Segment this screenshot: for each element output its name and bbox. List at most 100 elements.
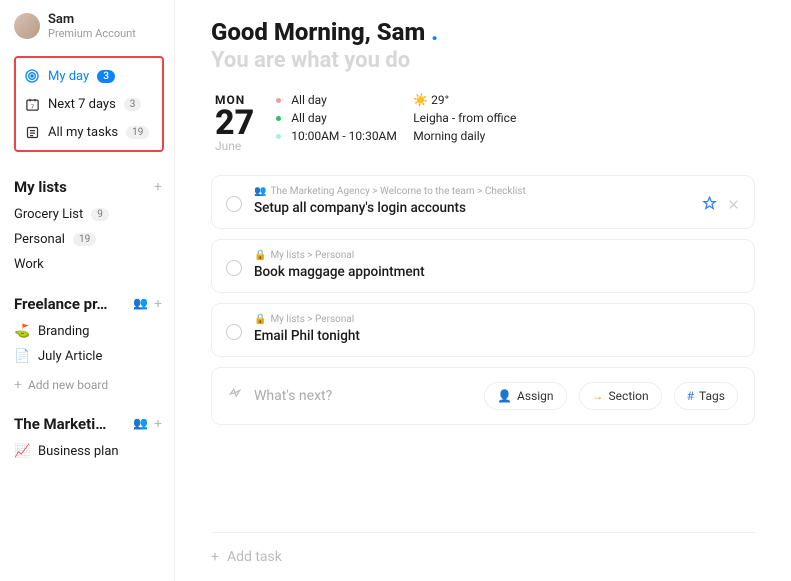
task-crumb: The Marketing Agency > Welcome to the te… xyxy=(270,186,525,197)
mylists-title: My lists xyxy=(14,178,67,196)
tag-icon: # xyxy=(687,389,694,403)
section-label: Section xyxy=(609,389,649,403)
tags-chip[interactable]: #Tags xyxy=(674,382,738,410)
plus-icon: + xyxy=(211,549,219,565)
people-icon[interactable]: 👥 xyxy=(133,416,148,432)
date-num: 27 xyxy=(215,107,254,139)
assign-label: Assign xyxy=(517,389,554,403)
board-label: Business plan xyxy=(38,444,119,459)
marketing-title: The Marketi… xyxy=(14,415,106,433)
list-count: 19 xyxy=(73,233,96,246)
board-emoji: 📄 xyxy=(14,349,30,364)
event-dot xyxy=(276,98,281,103)
date-events-row: MON 27 June All day ☀️ 29° All day Leigh… xyxy=(215,93,755,153)
list-label: Work xyxy=(14,257,44,272)
board-item[interactable]: ⛳ Branding xyxy=(14,319,174,344)
task-card[interactable]: 🔒 My lists > Personal Email Phil tonight xyxy=(211,303,755,357)
board-emoji: ⛳ xyxy=(14,324,30,339)
greeting-text: Good Morning, Sam xyxy=(211,18,425,46)
nav-alltasks-count: 19 xyxy=(126,126,149,139)
task-title: Setup all company's login accounts xyxy=(254,200,690,216)
add-board-icon[interactable]: + xyxy=(154,416,162,432)
mylists-head: My lists + xyxy=(14,178,174,196)
event-time: All day xyxy=(291,93,403,107)
list-label: Personal xyxy=(14,232,65,247)
task-card[interactable]: 🔒My lists > Personal Book maggage appoin… xyxy=(211,239,755,293)
event-row[interactable]: 10:00AM - 10:30AM Morning daily xyxy=(276,129,516,143)
event-label: Leigha - from office xyxy=(413,111,516,125)
list-label: Grocery List xyxy=(14,207,83,222)
profile-subtitle: Premium Account xyxy=(48,27,136,40)
marketing-head: The Marketi… 👥 + xyxy=(14,415,174,433)
board-item[interactable]: 📄 July Article xyxy=(14,344,174,369)
section-chip[interactable]: → Section xyxy=(579,382,662,410)
task-checkbox[interactable] xyxy=(226,196,242,212)
accent-dot: . xyxy=(425,18,438,46)
board-label: Branding xyxy=(38,324,89,339)
list-item[interactable]: Personal 19 xyxy=(14,227,174,252)
event-dot xyxy=(276,116,281,121)
target-icon xyxy=(24,68,40,84)
nav-alltasks[interactable]: All my tasks 19 xyxy=(20,118,158,146)
task-checkbox[interactable] xyxy=(226,260,242,276)
nav-next7[interactable]: 7 Next 7 days 3 xyxy=(20,90,158,118)
avatar xyxy=(14,13,40,39)
add-new-board-label: Add new board xyxy=(28,378,108,392)
task-card[interactable]: 👥 The Marketing Agency > Welcome to the t… xyxy=(211,175,755,229)
smart-lists-block: My day 3 7 Next 7 days 3 All my tasks 19 xyxy=(14,56,164,152)
dismiss-icon[interactable] xyxy=(727,196,740,215)
nav-alltasks-label: All my tasks xyxy=(48,125,118,140)
board-item[interactable]: 📈 Business plan xyxy=(14,439,174,464)
event-time: 10:00AM - 10:30AM xyxy=(291,129,403,143)
greeting: Good Morning, Sam . You are what you do xyxy=(211,18,755,73)
list-count: 9 xyxy=(91,208,109,221)
board-emoji: 📈 xyxy=(14,444,30,459)
add-board-icon[interactable]: + xyxy=(154,296,162,312)
board-label: July Article xyxy=(38,349,102,364)
sparkle-icon xyxy=(228,387,242,405)
section-icon: → xyxy=(592,389,604,403)
event-dot xyxy=(276,134,281,139)
freelance-title: Freelance pr… xyxy=(14,295,108,313)
svg-text:7: 7 xyxy=(30,104,33,110)
main: Good Morning, Sam . You are what you do … xyxy=(175,0,791,581)
list-item[interactable]: Work xyxy=(14,252,174,277)
task-title: Email Phil tonight xyxy=(254,328,740,344)
profile[interactable]: Sam Premium Account xyxy=(14,12,174,40)
add-task-label: Add task xyxy=(227,549,282,565)
people-icon[interactable]: 👥 xyxy=(133,296,148,312)
crumb-icon: 🔒 xyxy=(254,250,266,261)
add-new-board[interactable]: + Add new board xyxy=(14,369,174,401)
profile-name: Sam xyxy=(48,12,136,27)
nav-my-day-label: My day xyxy=(48,69,89,84)
event-row[interactable]: All day ☀️ 29° xyxy=(276,93,516,107)
freelance-head: Freelance pr… 👥 + xyxy=(14,295,174,313)
whats-next-input[interactable]: What's next? xyxy=(254,388,472,404)
task-checkbox[interactable] xyxy=(226,324,242,340)
assign-icon: 👤 xyxy=(497,389,512,403)
calendar-7-icon: 7 xyxy=(24,96,40,112)
sidebar: Sam Premium Account My day 3 7 Next 7 da… xyxy=(0,0,175,581)
pin-icon[interactable] xyxy=(702,196,717,215)
assign-chip[interactable]: 👤 Assign xyxy=(484,382,566,410)
event-row[interactable]: All day Leigha - from office xyxy=(276,111,516,125)
event-time: All day xyxy=(291,111,403,125)
nav-my-day-count: 3 xyxy=(97,70,115,83)
nav-next7-label: Next 7 days xyxy=(48,97,116,112)
event-label: Morning daily xyxy=(413,129,485,143)
date-box: MON 27 June xyxy=(215,93,254,153)
add-list-icon[interactable]: + xyxy=(154,179,162,195)
crumb-icon: 👥 xyxy=(254,186,266,197)
task-crumb: My lists > Personal xyxy=(270,314,354,325)
nav-next7-count: 3 xyxy=(124,98,142,111)
list-item[interactable]: Grocery List 9 xyxy=(14,202,174,227)
event-label: ☀️ 29° xyxy=(413,93,449,107)
list-icon xyxy=(24,124,40,140)
whats-next-row[interactable]: What's next? 👤 Assign → Section #Tags xyxy=(211,367,755,425)
nav-my-day[interactable]: My day 3 xyxy=(20,62,158,90)
plus-icon: + xyxy=(14,377,22,393)
crumb-icon: 🔒 xyxy=(254,314,266,325)
add-task-bar[interactable]: + Add task xyxy=(211,532,755,581)
greeting-sub: You are what you do xyxy=(211,48,755,73)
task-title: Book maggage appointment xyxy=(254,264,740,280)
